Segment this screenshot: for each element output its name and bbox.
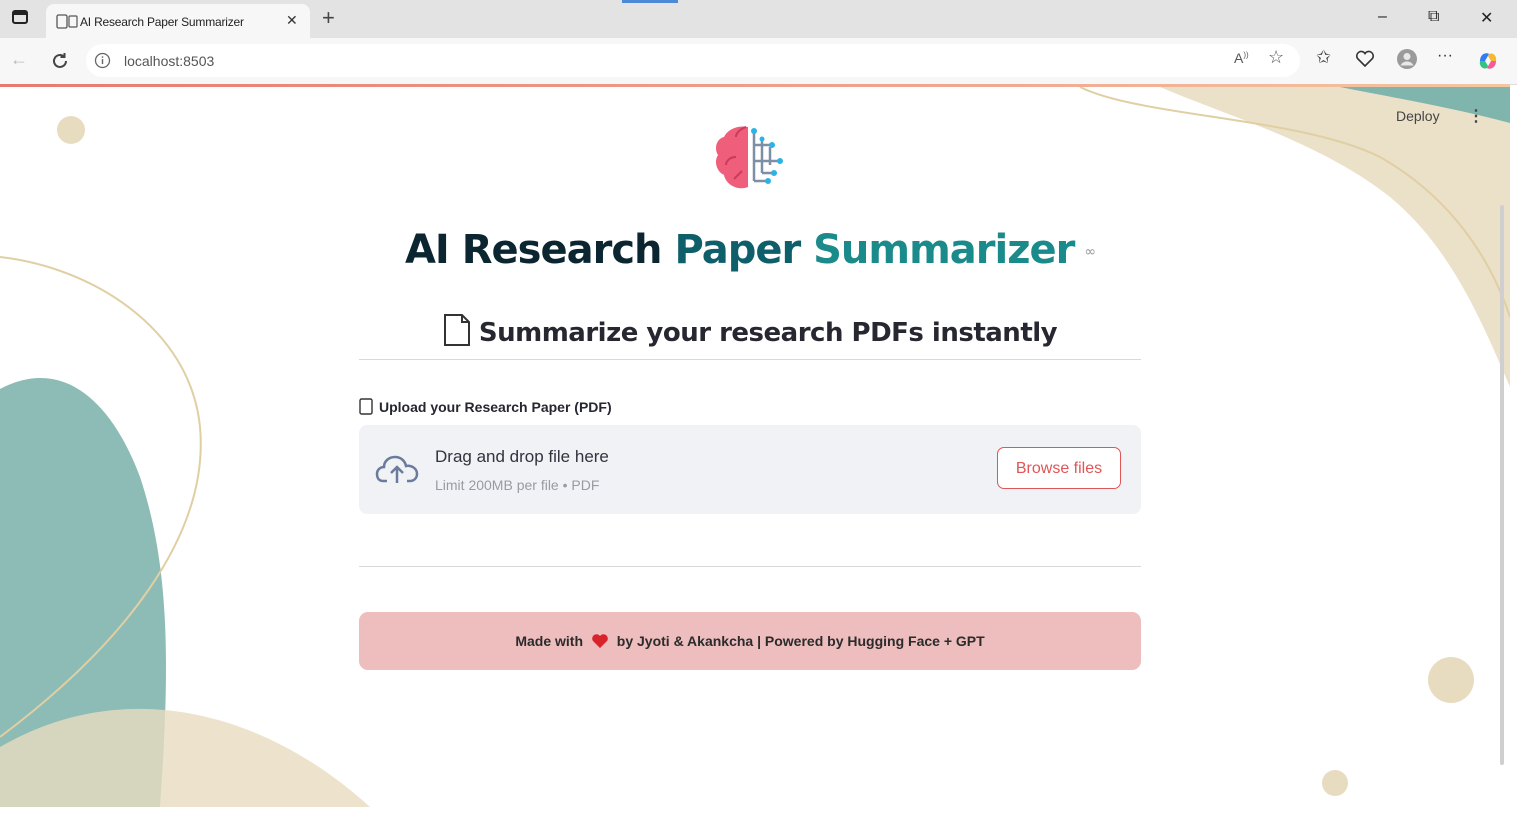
browser-essentials-icon[interactable]: [1355, 50, 1375, 68]
tab-strip-accent: [622, 0, 678, 3]
anchor-link-icon[interactable]: ∞: [1084, 244, 1096, 260]
browser-tab-bar: AI Research Paper Summarizer ✕ + – ⧉ ✕: [0, 0, 1517, 38]
more-options-icon[interactable]: ···: [1437, 47, 1453, 65]
title-part-summarizer: Summarizer: [813, 227, 1075, 273]
heart-icon: [592, 634, 608, 648]
divider-top: [359, 359, 1141, 360]
cloud-upload-icon: [375, 455, 419, 483]
file-dropzone[interactable]: Drag and drop file here Limit 200MB per …: [359, 425, 1141, 514]
title-part-paper: Paper: [674, 227, 801, 273]
refresh-icon[interactable]: [50, 51, 70, 71]
back-arrow-icon[interactable]: ←: [10, 49, 28, 70]
tab-title: AI Research Paper Summarizer: [80, 15, 244, 29]
divider-bottom: [359, 566, 1141, 567]
streamlit-app: Deploy ⋮ AI Research Paper Summarizer ∞ S…: [0, 87, 1510, 807]
window-menu-icon[interactable]: [12, 10, 28, 24]
read-aloud-icon[interactable]: A)): [1234, 50, 1249, 66]
new-tab-button[interactable]: +: [322, 5, 335, 31]
page-icon: [56, 14, 68, 29]
main-menu-icon[interactable]: ⋮: [1468, 106, 1484, 126]
profile-avatar-icon[interactable]: [1396, 48, 1418, 70]
document-icon: [443, 314, 470, 346]
browser-tab[interactable]: AI Research Paper Summarizer ✕: [46, 4, 310, 38]
address-bar-row: ← localhost:8503 A)) ☆ ✩ ···: [0, 38, 1517, 85]
close-window-button[interactable]: ✕: [1480, 8, 1493, 28]
credits-suffix: by Jyoti & Akankcha | Powered by Hugging…: [616, 633, 985, 649]
minimize-button[interactable]: –: [1378, 8, 1387, 26]
favorite-star-icon[interactable]: ☆: [1268, 47, 1284, 68]
page-title: AI Research Paper Summarizer ∞: [0, 227, 1500, 273]
info-icon[interactable]: [94, 52, 111, 69]
page-subtitle: Summarize your research PDFs instantly: [0, 313, 1500, 348]
upload-label-text: Upload your Research Paper (PDF): [379, 399, 612, 415]
deploy-button[interactable]: Deploy: [1396, 108, 1440, 124]
copilot-icon[interactable]: [1476, 49, 1500, 73]
favorites-icon[interactable]: ✩: [1316, 47, 1331, 68]
tab-close-icon[interactable]: ✕: [286, 12, 298, 29]
restore-button[interactable]: ⧉: [1428, 8, 1439, 26]
credits-banner: Made with by Jyoti & Akankcha | Powered …: [359, 612, 1141, 670]
dropzone-limit: Limit 200MB per file • PDF: [435, 477, 600, 493]
url-text[interactable]: localhost:8503: [124, 53, 214, 69]
credits-prefix: Made with: [515, 633, 583, 649]
url-field[interactable]: localhost:8503: [86, 44, 1300, 77]
brain-circuit-icon: [716, 126, 783, 189]
tab-doc-icon: [68, 15, 78, 28]
upload-label: Upload your Research Paper (PDF): [359, 398, 612, 415]
title-part-ai-research: AI Research: [404, 227, 663, 273]
file-icon: [359, 398, 373, 415]
browse-files-button[interactable]: Browse files: [997, 447, 1121, 489]
subtitle-text: Summarize your research PDFs instantly: [478, 318, 1058, 348]
dropzone-instructions: Drag and drop file here: [435, 447, 609, 466]
scrollbar[interactable]: [1500, 205, 1504, 765]
